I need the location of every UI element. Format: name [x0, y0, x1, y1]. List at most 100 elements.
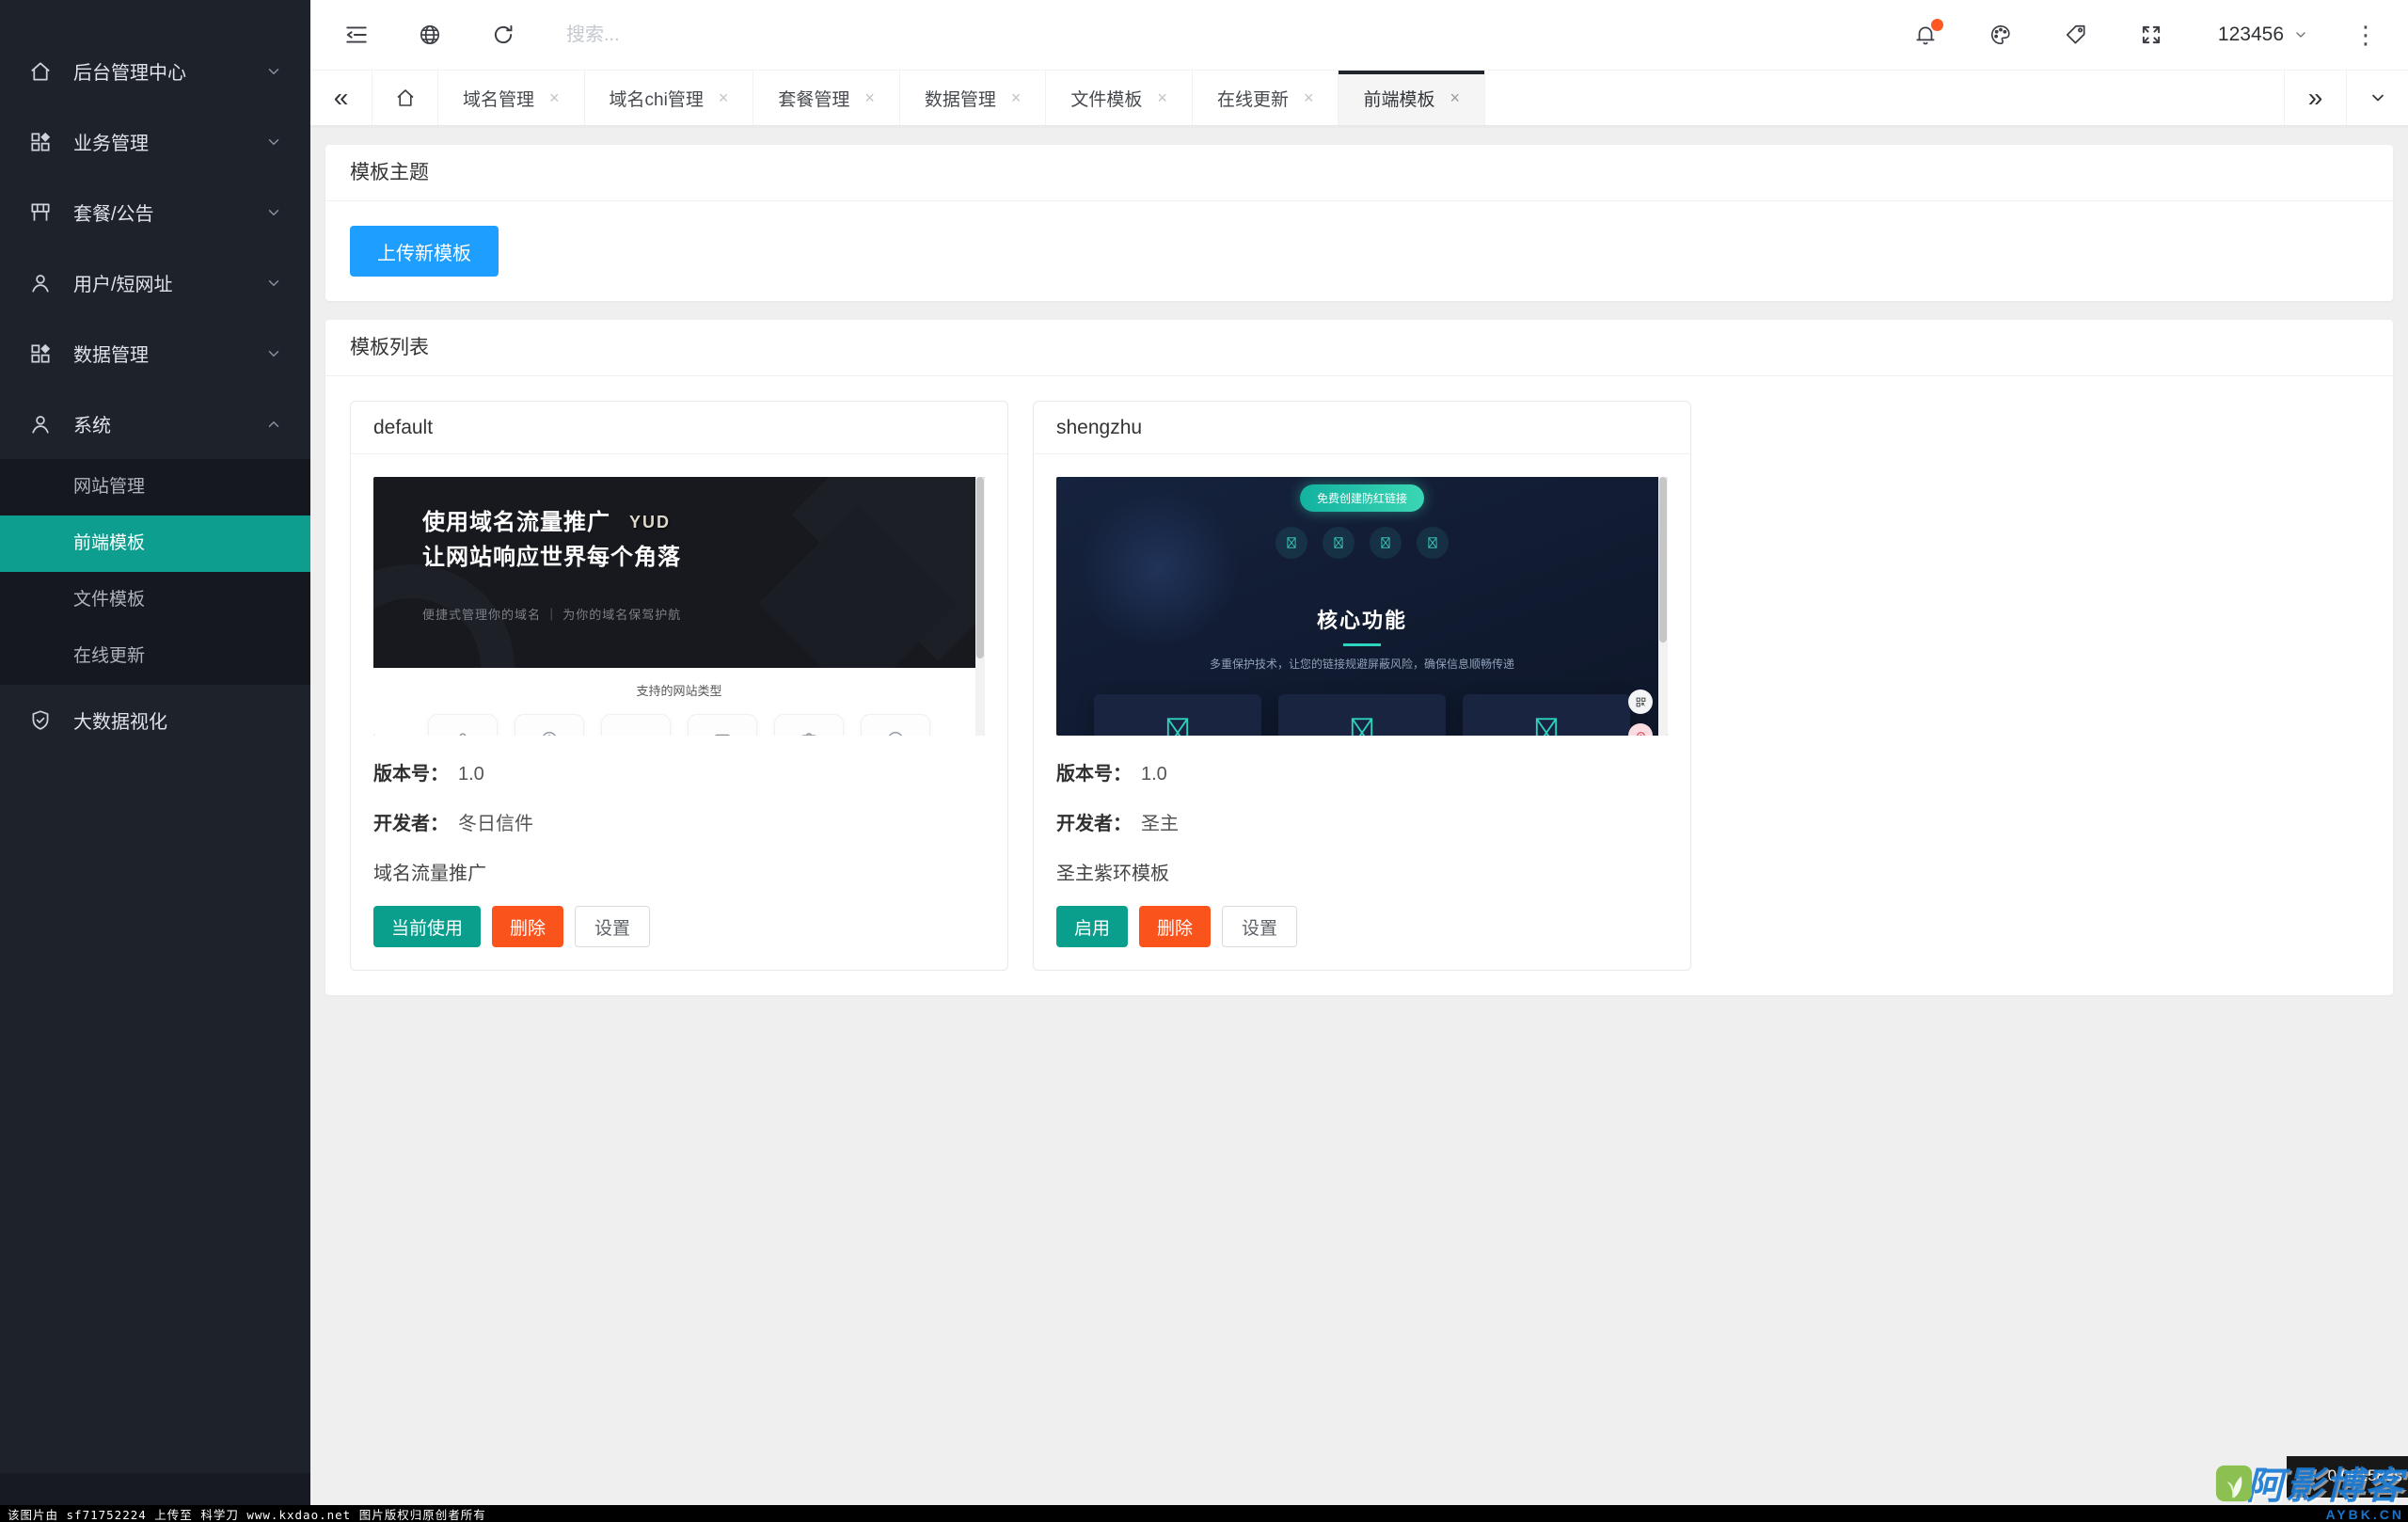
- tab-home[interactable]: [372, 71, 438, 125]
- tabs-scroll-right-button[interactable]: »: [2284, 71, 2346, 125]
- feature-card: 智能防红技术 采用最新加密算法和混淆技术，实时转换链接格式，有效避开各类屏蔽机制: [1094, 694, 1261, 736]
- scrollbar-thumb[interactable]: [1659, 477, 1667, 642]
- preview-title-line1: 使用域名流量推广: [422, 505, 610, 540]
- tab-online-update[interactable]: 在线更新 ×: [1193, 71, 1339, 125]
- current-in-use-button[interactable]: 当前使用: [373, 906, 481, 947]
- template-card-shengzhu: shengzhu 免费创建防红链接: [1033, 401, 1691, 971]
- sidebar-item-frontend-templates[interactable]: 前端模板: [0, 515, 310, 572]
- appstore-icon: [28, 130, 53, 154]
- chevron-up-icon: [265, 416, 282, 433]
- feature-card: 即时重定向 毫秒级响应速度，用户无感跳转至目标页面，提供无缝浏览体验，同时保障隐…: [1278, 694, 1446, 736]
- scrollbar-thumb[interactable]: [976, 477, 984, 658]
- preview-scrollbar[interactable]: [1658, 477, 1668, 736]
- site-type-box: [601, 714, 671, 736]
- user-icon: [28, 271, 53, 295]
- qr-float-button[interactable]: [1628, 690, 1653, 714]
- sidebar-submenu-system: 网站管理 前端模板 文件模板 在线更新: [0, 459, 310, 685]
- tab-domain-management[interactable]: 域名管理 ×: [438, 71, 585, 125]
- refresh-icon[interactable]: [491, 23, 515, 47]
- tab-file-templates[interactable]: 文件模板 ×: [1046, 71, 1193, 125]
- template-actions: 当前使用 删除 设置: [373, 906, 985, 947]
- tab-label: 数据管理: [925, 86, 996, 111]
- close-icon[interactable]: ×: [864, 88, 875, 108]
- enable-button[interactable]: 启用: [1056, 906, 1128, 947]
- sidebar-item-online-update[interactable]: 在线更新: [0, 628, 310, 685]
- collapse-sidebar-icon[interactable]: [344, 23, 369, 47]
- settings-button[interactable]: 设置: [1222, 906, 1297, 947]
- tab-label: 域名管理: [463, 86, 534, 111]
- chevron-down-icon: [265, 204, 282, 221]
- feature-cards: 智能防红技术 采用最新加密算法和混淆技术，实时转换链接格式，有效避开各类屏蔽机制…: [1056, 694, 1668, 736]
- preview-caption: 支持的网站类型: [373, 668, 985, 699]
- site-type-box: [515, 714, 584, 736]
- search-input[interactable]: [564, 24, 969, 47]
- site-type-box: [774, 714, 844, 736]
- tabs-dropdown-button[interactable]: [2346, 71, 2408, 125]
- template-card-default: default 使用域名流量推广 YUD: [350, 401, 1008, 971]
- close-icon[interactable]: ×: [719, 88, 729, 108]
- tab-package-management[interactable]: 套餐管理 ×: [753, 71, 900, 125]
- close-icon[interactable]: ×: [1304, 88, 1314, 108]
- tab-label: 前端模板: [1363, 86, 1434, 111]
- template-preview-shengzhu: 免费创建防红链接 核心功能 多重保护技术，让您: [1056, 477, 1668, 736]
- user-menu[interactable]: 123456: [2218, 24, 2308, 46]
- section-title-theme: 模板主题: [325, 145, 2393, 201]
- developer-row: 开发者：冬日信件: [373, 808, 985, 835]
- tab-data-management[interactable]: 数据管理 ×: [900, 71, 1047, 125]
- preview-subtitle: 便捷式管理你的域名 ｜ 为你的域名保驾护航: [422, 605, 985, 623]
- preview-hero: 使用域名流量推广 YUD 让网站响应世界每个角落 便捷式管理你的域名 ｜ 为你的…: [373, 477, 985, 668]
- chevron-down-icon: [265, 63, 282, 80]
- sidebar-item-label: 套餐/公告: [73, 198, 154, 226]
- theme-palette-icon[interactable]: [1988, 23, 2013, 47]
- list-card-body: default 使用域名流量推广 YUD: [325, 376, 2393, 995]
- sidebar-item-admin-center[interactable]: 后台管理中心: [0, 36, 310, 106]
- version-row: 版本号：1.0: [373, 758, 985, 785]
- preview-title-line2: 让网站响应世界每个角落: [422, 540, 985, 575]
- sidebar-item-label: 用户/短网址: [73, 269, 173, 296]
- developer-label: 开发者：: [373, 814, 449, 834]
- tab-domain-chi-management[interactable]: 域名chi管理 ×: [585, 71, 754, 125]
- sidebar-item-data[interactable]: 数据管理: [0, 318, 310, 388]
- sidebar-item-site-management[interactable]: 网站管理: [0, 459, 310, 515]
- shop-icon: [28, 200, 53, 225]
- sidebar-item-big-data-visualization[interactable]: 大数据视化: [0, 685, 310, 755]
- sidebar-item-system[interactable]: 系统: [0, 388, 310, 459]
- template-theme-card: 模板主题 上传新模板: [325, 145, 2393, 301]
- site-type-box: [688, 714, 757, 736]
- sidebar-item-file-templates[interactable]: 文件模板: [0, 572, 310, 628]
- template-actions: 启用 删除 设置: [1056, 906, 1668, 947]
- theme-card-body: 上传新模板: [325, 201, 2393, 301]
- version-label: 版本号：: [373, 764, 449, 785]
- tab-label: 在线更新: [1217, 86, 1289, 111]
- notification-bell-icon[interactable]: [1913, 23, 1938, 47]
- upload-new-template-button[interactable]: 上传新模板: [350, 226, 499, 277]
- sidebar-item-users[interactable]: 用户/短网址: [0, 247, 310, 318]
- image-watermark-bar: 该图片由 sf71752224 上传至 科学刀 www.kxdao.net 图片…: [0, 1505, 2408, 1522]
- top-bar-right: 123456 ⋮: [1862, 23, 2378, 47]
- more-menu-icon[interactable]: ⋮: [2353, 23, 2378, 47]
- preview-scrollbar[interactable]: [975, 477, 985, 736]
- tab-frontend-templates-active[interactable]: 前端模板 ×: [1339, 71, 1485, 125]
- sidebar-footer: [0, 1473, 310, 1505]
- developer-row: 开发者：圣主: [1056, 808, 1668, 835]
- fullscreen-icon[interactable]: [2139, 23, 2163, 47]
- sidebar-item-business[interactable]: 业务管理: [0, 106, 310, 177]
- close-icon[interactable]: ×: [1157, 88, 1167, 108]
- close-icon[interactable]: ×: [549, 88, 560, 108]
- placeholder-glyph-icon: [1107, 717, 1248, 736]
- settings-button[interactable]: 设置: [575, 906, 650, 947]
- delete-button[interactable]: 删除: [492, 906, 563, 947]
- user-icon: [28, 412, 53, 436]
- version-value: 1.0: [1141, 764, 1167, 785]
- sidebar-item-packages[interactable]: 套餐/公告: [0, 177, 310, 247]
- delete-button[interactable]: 删除: [1139, 906, 1211, 947]
- chevron-down-icon: [265, 134, 282, 151]
- preview-pill-badge: 免费创建防红链接: [1300, 484, 1424, 512]
- tag-icon[interactable]: [2064, 23, 2088, 47]
- template-grid: default 使用域名流量推广 YUD: [350, 401, 2368, 971]
- red-float-button[interactable]: [1628, 723, 1653, 736]
- globe-icon[interactable]: [418, 23, 442, 47]
- close-icon[interactable]: ×: [1011, 88, 1022, 108]
- close-icon[interactable]: ×: [1450, 88, 1460, 108]
- tabs-scroll-left-button[interactable]: «: [310, 71, 372, 125]
